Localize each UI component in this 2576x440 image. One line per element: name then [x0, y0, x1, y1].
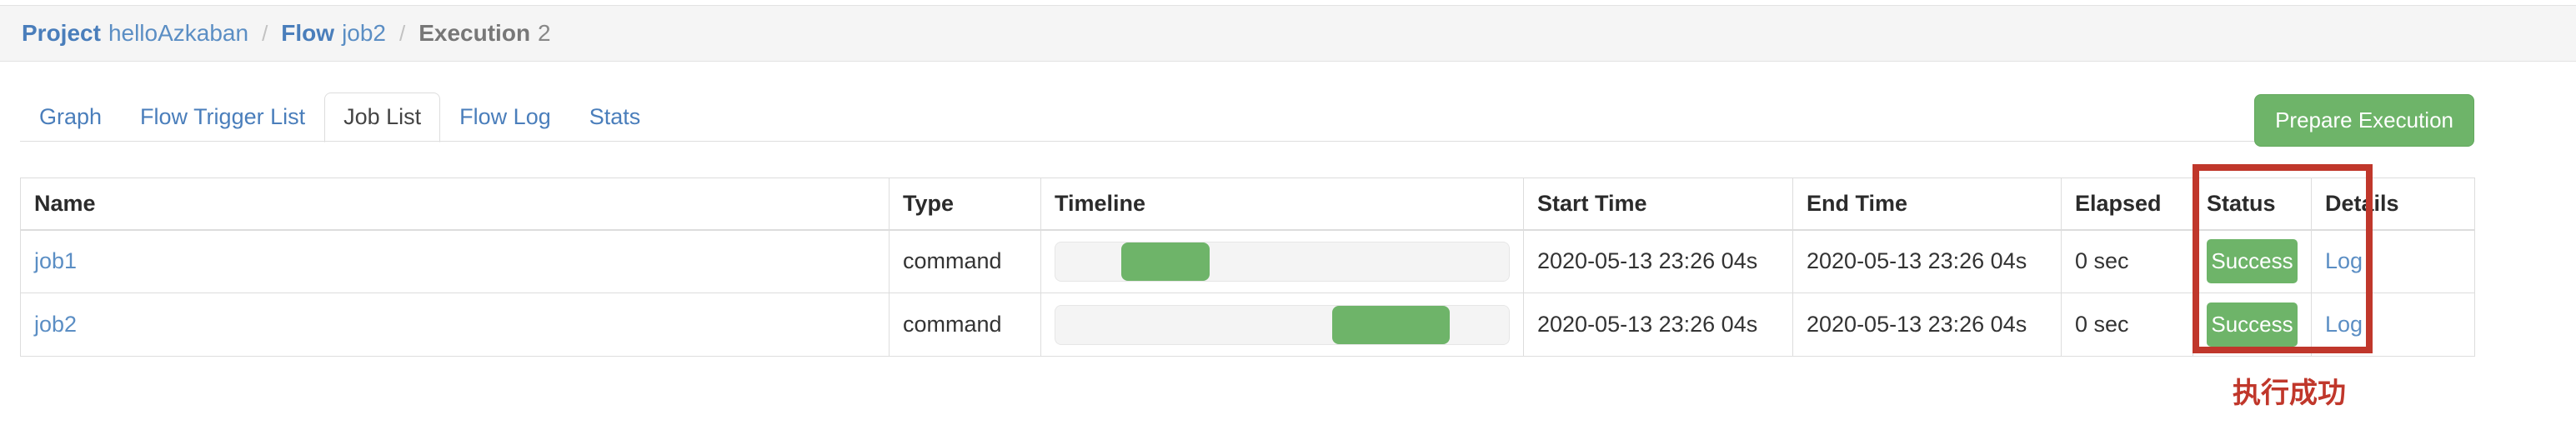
cell-timeline: [1040, 292, 1524, 357]
tab-list: Graph Flow Trigger List Job List Flow Lo…: [20, 87, 659, 142]
breadcrumb-flow-value: job2: [342, 20, 386, 46]
cell-status: Success: [2193, 229, 2312, 293]
log-link[interactable]: Log: [2325, 312, 2363, 337]
timeline-bar[interactable]: [1120, 242, 1210, 281]
cell-status: Success: [2193, 292, 2312, 357]
tab-underline: [20, 141, 2474, 142]
cell-name: job2: [20, 292, 890, 357]
tab-bar: Graph Flow Trigger List Job List Flow Lo…: [20, 87, 2474, 147]
breadcrumb-project-value: helloAzkaban: [108, 20, 249, 46]
tab-flow-trigger-list[interactable]: Flow Trigger List: [121, 92, 324, 142]
column-header-name: Name: [20, 178, 890, 231]
breadcrumb-execution-value: 2: [538, 20, 551, 46]
cell-type: command: [889, 292, 1041, 357]
column-header-start-time: Start Time: [1523, 178, 1793, 231]
tab-stats[interactable]: Stats: [570, 92, 660, 142]
tab-graph[interactable]: Graph: [20, 92, 121, 142]
breadcrumb-execution-label: Execution: [418, 20, 531, 46]
cell-end-time: 2020-05-13 23:26 04s: [1792, 292, 2062, 357]
cell-name: job1: [20, 229, 890, 293]
cell-start-time: 2020-05-13 23:26 04s: [1523, 292, 1793, 357]
cell-end-time: 2020-05-13 23:26 04s: [1792, 229, 2062, 293]
prepare-execution-button[interactable]: Prepare Execution: [2254, 94, 2474, 147]
breadcrumb: Project helloAzkaban / Flow job2 / Executi…: [0, 5, 2576, 62]
timeline-bar[interactable]: [1331, 305, 1451, 344]
job-list-table: Name Type Timeline Start Time End Time E…: [20, 178, 2475, 357]
cell-timeline: [1040, 229, 1524, 293]
column-header-status: Status: [2193, 178, 2312, 231]
timeline-track: [1055, 304, 1510, 345]
status-badge[interactable]: Success: [2207, 302, 2298, 347]
timeline-track: [1055, 241, 1510, 282]
cell-type: command: [889, 229, 1041, 293]
table-row: job2 command 2020-05-13 23:26 04s 2020-0…: [20, 292, 2475, 357]
cell-elapsed: 0 sec: [2061, 292, 2193, 357]
tab-job-list[interactable]: Job List: [324, 92, 441, 142]
breadcrumb-separator: /: [399, 20, 406, 46]
table-header-row: Name Type Timeline Start Time End Time E…: [20, 178, 2475, 231]
log-link[interactable]: Log: [2325, 248, 2363, 273]
breadcrumb-item-execution: Execution 2: [418, 22, 550, 45]
cell-details: Log: [2311, 229, 2475, 293]
column-header-details: Details: [2311, 178, 2475, 231]
breadcrumb-separator: /: [262, 20, 268, 46]
cell-start-time: 2020-05-13 23:26 04s: [1523, 229, 1793, 293]
column-header-type: Type: [889, 178, 1041, 231]
cell-details: Log: [2311, 292, 2475, 357]
breadcrumb-flow-label: Flow: [281, 20, 335, 46]
column-header-timeline: Timeline: [1040, 178, 1524, 231]
status-badge[interactable]: Success: [2207, 239, 2298, 284]
breadcrumb-item-flow[interactable]: Flow job2: [281, 22, 386, 45]
breadcrumb-project-label: Project: [22, 20, 101, 46]
tab-flow-log[interactable]: Flow Log: [440, 92, 570, 142]
column-header-end-time: End Time: [1792, 178, 2062, 231]
column-header-elapsed: Elapsed: [2061, 178, 2193, 231]
annotation-label: 执行成功: [2233, 378, 2346, 409]
job-name-link[interactable]: job1: [34, 248, 77, 273]
cell-elapsed: 0 sec: [2061, 229, 2193, 293]
table-row: job1 command 2020-05-13 23:26 04s 2020-0…: [20, 229, 2475, 293]
job-name-link[interactable]: job2: [34, 312, 77, 337]
breadcrumb-item-project[interactable]: Project helloAzkaban: [22, 22, 248, 45]
